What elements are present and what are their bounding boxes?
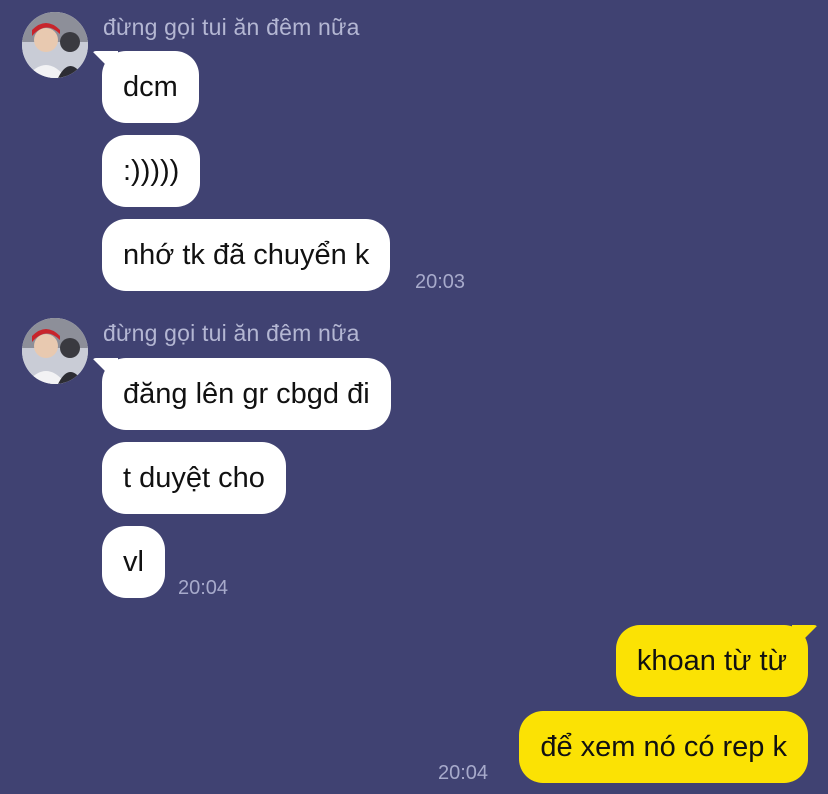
message-bubble[interactable]: t duyệt cho (102, 442, 286, 514)
sender-name: đừng gọi tui ăn đêm nữa (103, 320, 360, 346)
message-bubble[interactable]: :))))) (102, 135, 201, 207)
message-bubble[interactable]: dcm (102, 51, 199, 123)
sender-avatar[interactable] (22, 12, 88, 78)
message-bubble[interactable]: vl (102, 526, 165, 598)
message-bubble[interactable]: nhớ tk đã chuyển k (102, 219, 391, 291)
message-bubble[interactable]: đăng lên gr cbgd đi (102, 358, 391, 430)
message-timestamp: 20:04 (178, 577, 229, 599)
sender-avatar[interactable] (22, 318, 88, 384)
sender-name: đừng gọi tui ăn đêm nữa (103, 14, 360, 40)
message-timestamp: 20:03 (415, 271, 466, 293)
outgoing-message-bubble[interactable]: để xem nó có rep k (519, 711, 808, 783)
outgoing-timestamp: 20:04 (438, 762, 489, 784)
outgoing-message-bubble[interactable]: khoan từ từ (615, 625, 808, 697)
